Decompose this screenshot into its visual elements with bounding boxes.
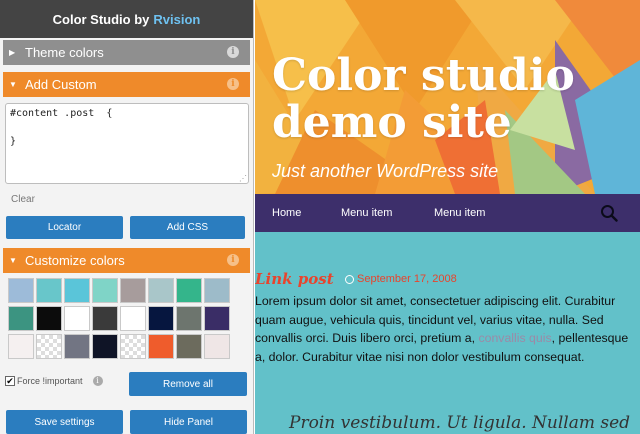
demo-site: Color studio demo site Just another Word… (255, 0, 640, 434)
color-swatch[interactable] (120, 306, 146, 331)
remove-all-button[interactable]: Remove all (129, 372, 247, 396)
save-settings-button[interactable]: Save settings (6, 410, 123, 434)
color-swatch[interactable] (148, 306, 174, 331)
resize-grip-icon[interactable]: ⋰ (239, 175, 247, 183)
color-swatch-transparent[interactable] (36, 334, 62, 359)
theme-colors-section[interactable]: ▶ Theme colors i (3, 40, 250, 65)
color-swatch-grid (8, 278, 234, 359)
post-date[interactable]: September 17, 2008 (345, 273, 457, 285)
add-custom-section[interactable]: ▼ Add Custom i (3, 72, 250, 97)
color-studio-panel: Color Studio by Rvision ▶ Theme colors i… (0, 0, 254, 434)
color-swatch[interactable] (64, 306, 90, 331)
color-swatch[interactable] (8, 306, 34, 331)
theme-colors-label: Theme colors (25, 45, 104, 60)
color-swatch[interactable] (204, 306, 230, 331)
force-important-option[interactable]: ✔ Force !important i (5, 376, 103, 386)
site-title[interactable]: Color studio demo site (272, 52, 632, 146)
force-important-checkbox[interactable]: ✔ (5, 376, 15, 386)
site-navigation: Home Menu item Menu item (255, 194, 640, 232)
brand-name[interactable]: Rvision (153, 12, 200, 27)
color-swatch[interactable] (92, 306, 118, 331)
site-tagline: Just another WordPress site (272, 161, 499, 181)
color-swatch[interactable] (120, 278, 146, 303)
force-important-label: Force !important (17, 376, 83, 386)
add-css-button[interactable]: Add CSS (130, 216, 245, 239)
custom-css-editor[interactable] (5, 103, 249, 184)
customize-colors-section[interactable]: ▼ Customize colors i (3, 248, 250, 273)
customize-colors-label: Customize colors (25, 253, 125, 268)
color-swatch[interactable] (92, 278, 118, 303)
nav-item-home[interactable]: Home (272, 207, 301, 219)
panel-header: Color Studio by Rvision (0, 0, 253, 38)
panel-title: Color Studio by (52, 11, 150, 27)
post-quote: Proin vestibulum. Ut ligula. Nullam sed (289, 413, 631, 433)
post-date-text: September 17, 2008 (357, 273, 457, 285)
caret-right-icon: ▶ (9, 48, 16, 57)
nav-item-menu-1[interactable]: Menu item (341, 207, 392, 219)
color-swatch[interactable] (204, 334, 230, 359)
color-swatch[interactable] (176, 278, 202, 303)
info-icon[interactable]: i (92, 376, 103, 386)
site-header-banner: Color studio demo site Just another Word… (255, 0, 640, 194)
clock-icon (345, 274, 354, 284)
hide-panel-button[interactable]: Hide Panel (130, 410, 247, 434)
color-swatch[interactable] (148, 334, 174, 359)
add-custom-label: Add Custom (25, 77, 97, 92)
search-icon[interactable] (600, 204, 618, 222)
post-title[interactable]: Link post (255, 270, 334, 288)
info-icon[interactable]: i (227, 78, 239, 90)
clear-link[interactable]: Clear (11, 194, 35, 205)
nav-item-menu-2[interactable]: Menu item (434, 207, 485, 219)
screen: Color Studio by Rvision ▶ Theme colors i… (0, 0, 640, 434)
color-swatch[interactable] (8, 278, 34, 303)
color-swatch[interactable] (204, 278, 230, 303)
color-swatch[interactable] (36, 278, 62, 303)
color-swatch[interactable] (176, 306, 202, 331)
color-swatch[interactable] (148, 278, 174, 303)
post-content: Lorem ipsum dolor sit amet, consectetuer… (255, 292, 638, 366)
color-swatch[interactable] (8, 334, 34, 359)
color-swatch[interactable] (64, 278, 90, 303)
caret-down-icon: ▼ (9, 256, 17, 265)
color-swatch[interactable] (176, 334, 202, 359)
info-icon[interactable]: i (227, 254, 239, 266)
info-icon[interactable]: i (227, 46, 239, 58)
post-link[interactable]: convallis quis (478, 331, 551, 345)
color-swatch[interactable] (64, 334, 90, 359)
color-swatch-transparent[interactable] (120, 334, 146, 359)
locator-button[interactable]: Locator (6, 216, 123, 239)
color-swatch[interactable] (36, 306, 62, 331)
color-swatch[interactable] (92, 334, 118, 359)
caret-down-icon: ▼ (9, 80, 17, 89)
